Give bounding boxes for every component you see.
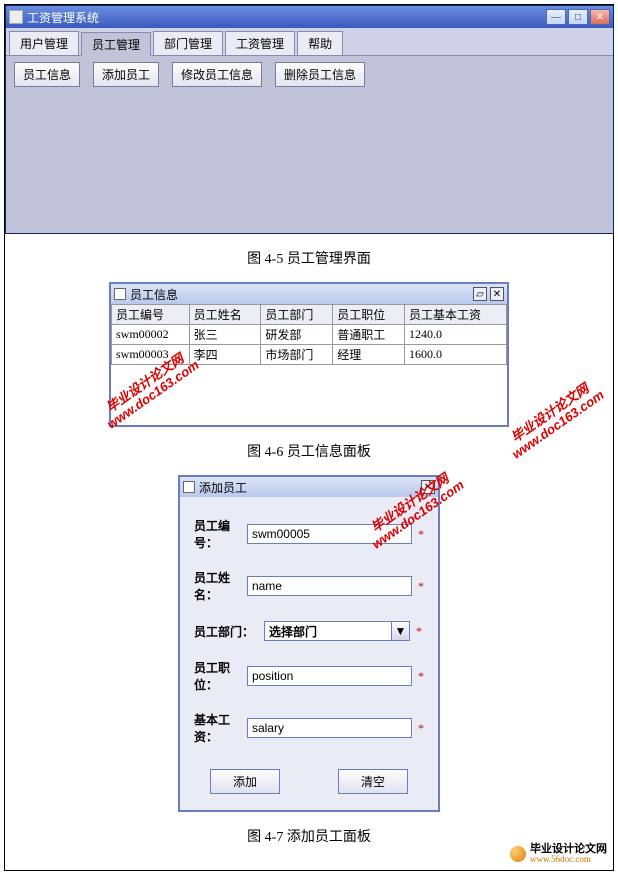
- frame-icon: [183, 481, 195, 493]
- table-header-row: 员工编号 员工姓名 员工部门 员工职位 员工基本工资: [112, 305, 507, 325]
- tab-department-management[interactable]: 部门管理: [153, 31, 223, 55]
- maximize-icon[interactable]: ▱: [473, 287, 487, 301]
- col-salary: 员工基本工资: [404, 305, 506, 325]
- label-dept: 员工部门：: [194, 623, 264, 640]
- select-value: 选择部门: [269, 623, 317, 640]
- footer-logo: 毕业设计论文网 www.56doc.com: [510, 844, 607, 864]
- required-mark: *: [416, 624, 424, 639]
- frame-titlebar: 员工信息 ▱ ✕: [111, 284, 507, 304]
- required-mark: *: [418, 579, 424, 594]
- table-row[interactable]: swm00002 张三 研发部 普通职工 1240.0: [112, 325, 507, 345]
- row-dept: 员工部门： 选择部门 ▼ *: [194, 621, 424, 641]
- submit-button[interactable]: 添加: [210, 769, 280, 794]
- window-title: 工资管理系统: [27, 9, 99, 26]
- row-position: 员工职位： *: [194, 659, 424, 693]
- window-titlebar: 工资管理系统 — □ ✕: [6, 6, 613, 28]
- label-name: 员工姓名：: [194, 569, 247, 603]
- input-position[interactable]: [247, 666, 412, 686]
- form-body: 员工编号： * 员工姓名： * 员工部门： 选择部门 ▼ * 员工职位：: [180, 497, 438, 810]
- col-position: 员工职位: [333, 305, 405, 325]
- required-mark: *: [418, 669, 424, 684]
- figure-caption: 图 4-5 员工管理界面: [5, 248, 613, 268]
- input-salary[interactable]: [247, 718, 412, 738]
- frame-title: 添加员工: [199, 479, 247, 496]
- employee-info-frame: 员工信息 ▱ ✕ 员工编号 员工姓名 员工部门 员工职位 员工基本工资 swm0…: [109, 282, 509, 427]
- app-icon: [9, 10, 23, 24]
- close-button[interactable]: ✕: [590, 9, 610, 25]
- figure-caption: 图 4-6 员工信息面板: [5, 441, 613, 461]
- minimize-button[interactable]: —: [546, 9, 566, 25]
- tab-help[interactable]: 帮助: [297, 31, 343, 55]
- maximize-button[interactable]: □: [568, 9, 588, 25]
- toolbar: 员工信息 添加员工 修改员工信息 删除员工信息: [6, 55, 613, 93]
- row-id: 员工编号： *: [194, 517, 424, 551]
- close-icon[interactable]: ✕: [421, 480, 435, 494]
- label-salary: 基本工资：: [194, 711, 247, 745]
- logo-icon: [510, 846, 526, 862]
- figure-caption: 图 4-7 添加员工面板: [5, 826, 613, 846]
- col-id: 员工编号: [112, 305, 190, 325]
- client-area: [6, 93, 613, 233]
- col-name: 员工姓名: [189, 305, 261, 325]
- add-employee-frame: 添加员工 ✕ 员工编号： * 员工姓名： * 员工部门： 选择部门 ▼ *: [178, 475, 440, 812]
- chevron-down-icon: ▼: [391, 622, 409, 640]
- frame-titlebar: 添加员工 ✕: [180, 477, 438, 497]
- tab-salary-management[interactable]: 工资管理: [225, 31, 295, 55]
- label-id: 员工编号：: [194, 517, 247, 551]
- tab-employee-management[interactable]: 员工管理: [81, 32, 151, 56]
- col-dept: 员工部门: [261, 305, 333, 325]
- edit-employee-button[interactable]: 修改员工信息: [172, 62, 262, 87]
- label-position: 员工职位：: [194, 659, 247, 693]
- tab-user-management[interactable]: 用户管理: [9, 31, 79, 55]
- employee-table: 员工编号 员工姓名 员工部门 员工职位 员工基本工资 swm00002 张三 研…: [111, 304, 507, 365]
- salary-system-window: 工资管理系统 — □ ✕ 用户管理 员工管理 部门管理 工资管理 帮助 员工信息…: [5, 5, 614, 234]
- required-mark: *: [418, 721, 424, 736]
- footer-url: www.56doc.com: [530, 855, 607, 864]
- close-icon[interactable]: ✕: [490, 287, 504, 301]
- reset-button[interactable]: 清空: [338, 769, 408, 794]
- employee-info-button[interactable]: 员工信息: [14, 62, 80, 87]
- input-name[interactable]: [247, 576, 412, 596]
- delete-employee-button[interactable]: 删除员工信息: [275, 62, 365, 87]
- frame-icon: [114, 288, 126, 300]
- tab-bar: 用户管理 员工管理 部门管理 工资管理 帮助: [6, 28, 613, 55]
- row-name: 员工姓名： *: [194, 569, 424, 603]
- table-empty-area: [111, 365, 507, 425]
- row-salary: 基本工资： *: [194, 711, 424, 745]
- required-mark: *: [418, 527, 424, 542]
- frame-title: 员工信息: [130, 286, 178, 303]
- add-employee-button[interactable]: 添加员工: [93, 62, 159, 87]
- input-id[interactable]: [247, 524, 412, 544]
- form-actions: 添加 清空: [194, 763, 424, 794]
- select-dept[interactable]: 选择部门 ▼: [264, 621, 410, 641]
- table-row[interactable]: swm00003 李四 市场部门 经理 1600.0: [112, 345, 507, 365]
